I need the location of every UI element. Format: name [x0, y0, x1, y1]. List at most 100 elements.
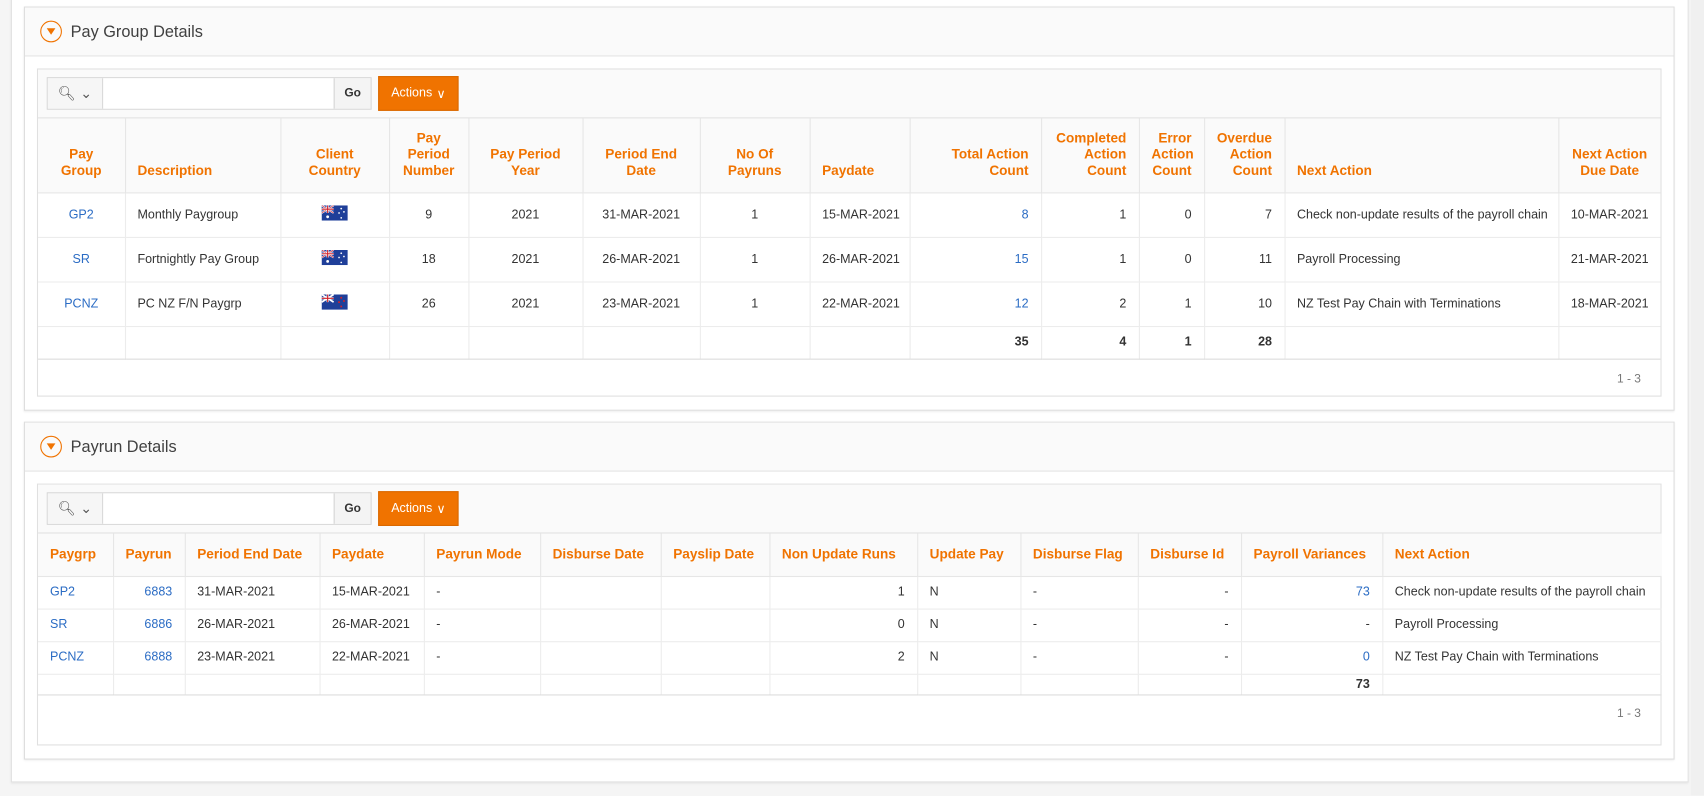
column-header-error-action-count[interactable]: Error Action Count [1138, 118, 1205, 193]
column-header-disburse-date[interactable]: Disburse Date [540, 533, 662, 577]
collapse-toggle-icon[interactable] [40, 435, 62, 458]
link-total-action-count[interactable]: 12 [1015, 297, 1029, 310]
table-row: SR 6886 26-MAR-2021 26-MAR-2021-0 N - - - Payrol… [38, 608, 1662, 642]
chevron-down-icon: ⌄ [80, 84, 93, 102]
actions-menu-button[interactable]: Actions ∨ [378, 76, 459, 111]
column-header-paydate[interactable]: Paydate [319, 533, 425, 577]
search-input[interactable] [103, 78, 334, 109]
column-header-no-of-payruns[interactable]: No Of Payruns [699, 118, 811, 193]
totals-row: 35 4 1 28 [38, 326, 1661, 360]
region-title: Payrun Details [70, 437, 177, 456]
cell-disburse-date [540, 641, 662, 675]
column-header-payroll-variances[interactable]: Payroll Variances [1241, 533, 1383, 577]
payrun-table: Paygrp Payrun Period End Date Paydate Payrun… [38, 533, 1662, 695]
column-header-period-end-date[interactable]: Period End Date [582, 118, 701, 193]
link-paygrp[interactable]: PCNZ [50, 651, 84, 664]
cell-overdue-action-count: 11 [1204, 236, 1286, 282]
cell-description: Monthly Paygroup [124, 192, 281, 238]
link-pay-group[interactable]: GP2 [69, 208, 94, 221]
cell-no-of-payruns: 1 [699, 192, 811, 238]
cell-update-pay: N [917, 608, 1021, 642]
link-total-action-count[interactable]: 8 [1022, 208, 1029, 221]
cell-payrun: 6883 [113, 575, 186, 610]
column-header-disburse-id[interactable]: Disburse Id [1137, 533, 1242, 577]
total-description [124, 326, 281, 360]
cell-client-country [280, 192, 390, 238]
cell-error-action-count: 1 [1138, 281, 1205, 327]
total-next-action [1382, 673, 1662, 695]
cell-period-end-date: 26-MAR-2021 [582, 236, 701, 282]
cell-payrun: 6888 [113, 641, 186, 675]
link-payrun[interactable]: 6886 [144, 618, 172, 631]
go-button[interactable]: Go [333, 78, 371, 109]
cell-period-end-date: 31-MAR-2021 [184, 575, 321, 610]
column-header-period-end-date[interactable]: Period End Date [184, 533, 321, 577]
column-header-total-action-count[interactable]: Total Action Count [909, 118, 1042, 193]
cell-disburse-id: - [1137, 641, 1242, 675]
cell-client-country [280, 236, 390, 282]
cell-non-update-runs: 2 [769, 641, 918, 675]
search-column-selector[interactable]: 🔍︎ ⌄ [47, 78, 104, 109]
link-total-action-count[interactable]: 15 [1015, 253, 1029, 266]
column-header-client-country[interactable]: Client Country [280, 118, 390, 193]
column-header-paydate[interactable]: Paydate [809, 118, 911, 193]
total-paydate [319, 673, 425, 695]
column-header-pay-period-number[interactable]: Pay Period Number [389, 118, 469, 193]
actions-label: Actions [391, 86, 433, 100]
column-header-payslip-date[interactable]: Payslip Date [660, 533, 770, 577]
cell-payslip-date [660, 608, 770, 642]
column-header-paygrp[interactable]: Paygrp [38, 533, 114, 577]
column-header-disburse-flag[interactable]: Disburse Flag [1020, 533, 1139, 577]
column-header-overdue-action-count[interactable]: Overdue Action Count [1204, 118, 1286, 193]
search-column-selector[interactable]: 🔍︎ ⌄ [47, 493, 104, 524]
column-header-pay-group[interactable]: Pay Group [38, 118, 126, 193]
total-disburse-date [540, 673, 662, 695]
cell-non-update-runs: 0 [769, 608, 918, 642]
total-pay-period-year [468, 326, 584, 360]
cell-no-of-payruns: 1 [699, 236, 811, 282]
region-title: Pay Group Details [70, 22, 203, 41]
column-header-next-action[interactable]: Next Action [1382, 533, 1662, 577]
column-header-non-update-runs[interactable]: Non Update Runs [769, 533, 918, 577]
column-header-update-pay[interactable]: Update Pay [917, 533, 1021, 577]
go-button[interactable]: Go [333, 493, 371, 524]
link-payrun[interactable]: 6883 [144, 586, 172, 599]
total-disburse-id [1137, 673, 1242, 695]
column-header-pay-period-year[interactable]: Pay Period Year [468, 118, 584, 193]
cell-error-action-count: 0 [1138, 236, 1205, 282]
page-scrollbar[interactable] [1690, 0, 1704, 796]
total-paygrp [38, 673, 114, 695]
column-header-description[interactable]: Description [124, 118, 281, 193]
link-payrun[interactable]: 6888 [144, 651, 172, 664]
total-period-end-date [184, 673, 321, 695]
cell-next-action: Payroll Processing [1284, 236, 1559, 282]
table-row: PCNZ 6888 23-MAR-2021 22-MAR-2021-2 N - -0 NZ T… [38, 641, 1662, 675]
collapse-toggle-icon[interactable] [40, 20, 62, 43]
column-header-payrun-mode[interactable]: Payrun Mode [423, 533, 541, 577]
table-row: GP2 Monthly Paygroup 9 2021 31-MAR-2021 1 15-M… [38, 192, 1661, 238]
link-paygrp[interactable]: GP2 [50, 586, 75, 599]
chevron-down-icon: ⌄ [80, 499, 93, 517]
column-header-next-action[interactable]: Next Action [1284, 118, 1559, 193]
column-header-next-action-due-date[interactable]: Next Action Due Date [1558, 118, 1661, 193]
total-completed-action-count: 4 [1041, 326, 1140, 360]
actions-menu-button[interactable]: Actions ∨ [378, 491, 459, 526]
link-paygrp[interactable]: SR [50, 618, 67, 631]
cell-payroll-variances: 73 [1241, 575, 1383, 610]
link-pay-group[interactable]: SR [73, 253, 90, 266]
cell-client-country [280, 281, 390, 327]
cell-payroll-variances: - [1241, 608, 1383, 642]
link-payroll-variances[interactable]: 73 [1356, 586, 1370, 599]
link-pay-group[interactable]: PCNZ [64, 297, 98, 310]
cell-paygrp: GP2 [38, 575, 114, 610]
search-input[interactable] [103, 493, 334, 524]
total-overdue-action-count: 28 [1204, 326, 1286, 360]
link-payroll-variances[interactable]: 0 [1363, 651, 1370, 664]
column-header-payrun[interactable]: Payrun [113, 533, 186, 577]
total-payrun-mode [423, 673, 541, 695]
cell-paydate: 15-MAR-2021 [809, 192, 911, 238]
cell-non-update-runs: 1 [769, 575, 918, 610]
total-payroll-variances: 73 [1241, 673, 1383, 695]
column-header-completed-action-count[interactable]: Completed Action Count [1041, 118, 1140, 193]
cell-pay-group: PCNZ [38, 281, 126, 327]
